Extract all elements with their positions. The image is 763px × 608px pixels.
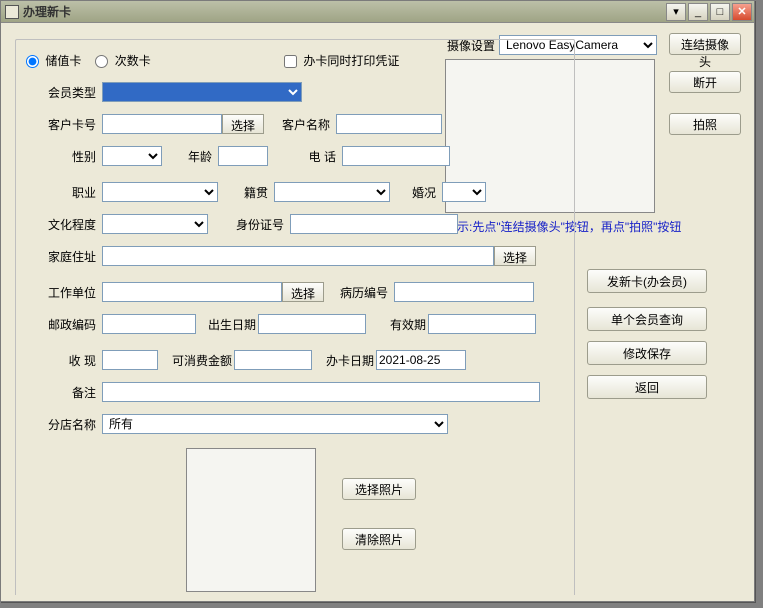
select-photo-button[interactable]: 选择照片: [342, 478, 416, 500]
workunit-label: 工作单位: [26, 284, 96, 301]
cardno-input[interactable]: [102, 114, 222, 134]
member-type-select[interactable]: [102, 82, 302, 102]
count-card-radio[interactable]: [95, 55, 108, 68]
titlebar: 办理新卡 ▾ _ □ ✕: [1, 1, 754, 23]
print-checkbox-text: 办卡同时打印凭证: [303, 54, 399, 68]
count-card-radio-label[interactable]: 次数卡: [95, 52, 150, 69]
workunit-row: 工作单位 选择 病历编号: [26, 282, 534, 302]
birth-input[interactable]: [258, 314, 366, 334]
idno-input[interactable]: [290, 214, 458, 234]
edu-row: 文化程度 身份证号: [26, 214, 458, 234]
marriage-label: 婚况: [400, 184, 436, 201]
homeaddr-input[interactable]: [102, 246, 494, 266]
remark-row: 备注: [26, 382, 540, 402]
custname-label: 客户名称: [270, 116, 330, 133]
workunit-input[interactable]: [102, 282, 282, 302]
edu-select[interactable]: [102, 214, 208, 234]
gender-label: 性别: [26, 148, 96, 165]
minimize-button[interactable]: _: [688, 3, 708, 21]
print-checkbox-label[interactable]: 办卡同时打印凭证: [284, 52, 399, 69]
idno-label: 身份证号: [218, 216, 284, 233]
workunit-select-button[interactable]: 选择: [282, 282, 324, 302]
cash-row: 收 现 可消费金额 办卡日期: [26, 350, 466, 370]
cardno-select-button[interactable]: 选择: [222, 114, 264, 134]
branch-select[interactable]: 所有: [102, 414, 448, 434]
carddate-input[interactable]: [376, 350, 466, 370]
job-row: 职业 籍贯 婚况: [26, 182, 486, 202]
shoot-button[interactable]: 拍照: [669, 113, 741, 135]
zip-label: 邮政编码: [26, 316, 96, 333]
print-row: 办卡同时打印凭证: [284, 52, 399, 69]
marriage-select[interactable]: [442, 182, 486, 202]
recordno-label: 病历编号: [328, 284, 388, 301]
app-window: 办理新卡 ▾ _ □ ✕ 摄像设置 Lenovo EasyCamera 连结摄像…: [0, 0, 755, 602]
back-button[interactable]: 返回: [587, 375, 707, 399]
app-icon: [5, 5, 19, 19]
status-bar: [1, 595, 754, 601]
zip-row: 邮政编码 出生日期 有效期: [26, 314, 536, 334]
age-label: 年龄: [172, 148, 212, 165]
card-type-row: 储值卡 次数卡: [26, 52, 165, 69]
maximize-button[interactable]: □: [710, 3, 730, 21]
homeaddr-label: 家庭住址: [26, 248, 96, 265]
clear-photo-button[interactable]: 清除照片: [342, 528, 416, 550]
form-group: 储值卡 次数卡 办卡同时打印凭证 会员类型: [15, 39, 575, 599]
native-select[interactable]: [274, 182, 390, 202]
expire-input[interactable]: [428, 314, 536, 334]
query-member-button[interactable]: 单个会员查询: [587, 307, 707, 331]
member-type-row: 会员类型: [26, 82, 302, 102]
job-label: 职业: [26, 184, 96, 201]
gender-select[interactable]: [102, 146, 162, 166]
stored-value-radio-label[interactable]: 储值卡: [26, 52, 81, 69]
consumable-label: 可消费金额: [162, 352, 232, 369]
remark-input[interactable]: [102, 382, 540, 402]
phone-label: 电 话: [278, 148, 336, 165]
close-button[interactable]: ✕: [732, 3, 752, 21]
branch-row: 分店名称 所有: [26, 414, 448, 434]
edu-label: 文化程度: [26, 216, 96, 233]
consumable-input[interactable]: [234, 350, 312, 370]
connect-camera-button[interactable]: 连结摄像头: [669, 33, 741, 55]
expire-label: 有效期: [376, 316, 426, 333]
window-buttons: ▾ _ □ ✕: [666, 3, 752, 21]
stored-value-radio[interactable]: [26, 55, 39, 68]
phone-input[interactable]: [342, 146, 450, 166]
carddate-label: 办卡日期: [318, 352, 374, 369]
stored-value-text: 储值卡: [45, 54, 81, 68]
homeaddr-row: 家庭住址 选择: [26, 246, 536, 266]
homeaddr-select-button[interactable]: 选择: [494, 246, 536, 266]
disconnect-camera-button[interactable]: 断开: [669, 71, 741, 93]
save-button[interactable]: 修改保存: [587, 341, 707, 365]
cardno-row: 客户卡号 选择 客户名称: [26, 114, 442, 134]
client-area: 摄像设置 Lenovo EasyCamera 连结摄像头 断开 拍照 提示:先点…: [5, 27, 750, 597]
help-button[interactable]: ▾: [666, 3, 686, 21]
photo-preview: [186, 448, 316, 592]
remark-label: 备注: [26, 384, 96, 401]
branch-label: 分店名称: [26, 416, 96, 433]
birth-label: 出生日期: [200, 316, 256, 333]
cardno-label: 客户卡号: [26, 116, 96, 133]
job-select[interactable]: [102, 182, 218, 202]
print-checkbox[interactable]: [284, 55, 297, 68]
native-label: 籍贯: [228, 184, 268, 201]
member-type-label: 会员类型: [26, 84, 96, 101]
zip-input[interactable]: [102, 314, 196, 334]
count-card-text: 次数卡: [115, 54, 151, 68]
issue-card-button[interactable]: 发新卡(办会员): [587, 269, 707, 293]
custname-input[interactable]: [336, 114, 442, 134]
age-input[interactable]: [218, 146, 268, 166]
recordno-input[interactable]: [394, 282, 534, 302]
gender-row: 性别 年龄 电 话: [26, 146, 450, 166]
window-title: 办理新卡: [23, 3, 666, 20]
cash-input[interactable]: [102, 350, 158, 370]
cash-label: 收 现: [26, 352, 96, 369]
